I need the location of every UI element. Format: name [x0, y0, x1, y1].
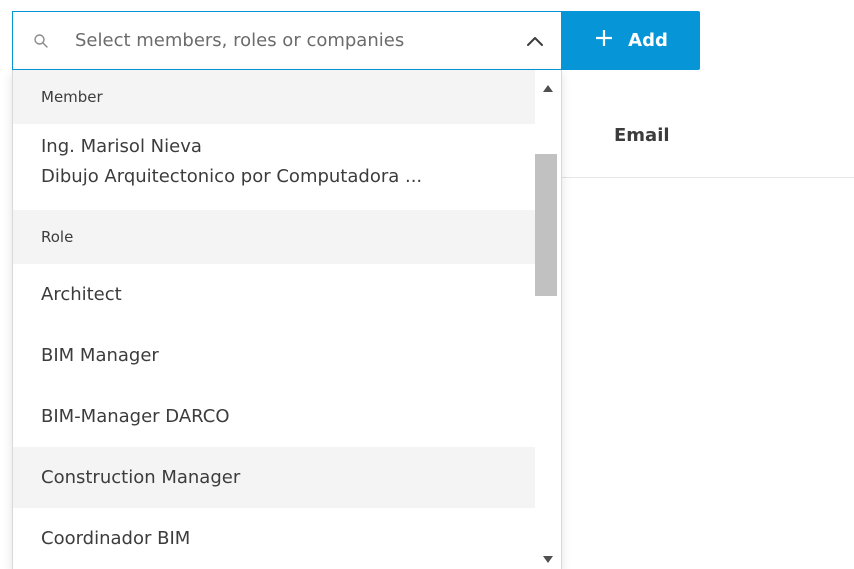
chevron-up-icon[interactable] — [509, 12, 561, 69]
add-button[interactable]: Add — [562, 11, 700, 70]
member-search-combobox[interactable] — [12, 11, 562, 70]
member-name: Ing. Marisol Nieva — [41, 136, 202, 157]
add-button-label: Add — [628, 30, 668, 51]
triangle-down-icon[interactable] — [535, 549, 561, 569]
dropdown-scrollbar[interactable] — [535, 70, 561, 569]
triangle-up-icon[interactable] — [535, 78, 561, 98]
role-option-bim-manager-darco[interactable]: BIM-Manager DARCO — [13, 386, 535, 447]
scrollbar-thumb[interactable] — [535, 154, 557, 296]
role-option-coordinador-bim[interactable]: Coordinador BIM — [13, 508, 535, 569]
group-header-member: Member — [13, 70, 535, 124]
role-option-bim-manager[interactable]: BIM Manager — [13, 325, 535, 386]
group-header-role: Role — [13, 210, 535, 264]
table-header-divider — [560, 177, 854, 178]
role-option-construction-manager[interactable]: Construction Manager — [13, 447, 535, 508]
dropdown-menu[interactable]: Member Ing. Marisol Nieva Dibujo Arquite… — [12, 70, 562, 569]
role-option-architect[interactable]: Architect — [13, 264, 535, 325]
search-input[interactable] — [65, 12, 509, 69]
plus-icon — [594, 28, 614, 53]
search-icon — [13, 33, 65, 49]
page: Email Add Member — [0, 0, 854, 569]
member-option[interactable]: Ing. Marisol Nieva Dibujo Arquitectonico… — [13, 124, 535, 210]
email-column-header[interactable]: Email — [614, 125, 670, 146]
dropdown-list: Member Ing. Marisol Nieva Dibujo Arquite… — [13, 70, 535, 569]
member-company: Dibujo Arquitectonico por Computadora ..… — [41, 166, 423, 187]
